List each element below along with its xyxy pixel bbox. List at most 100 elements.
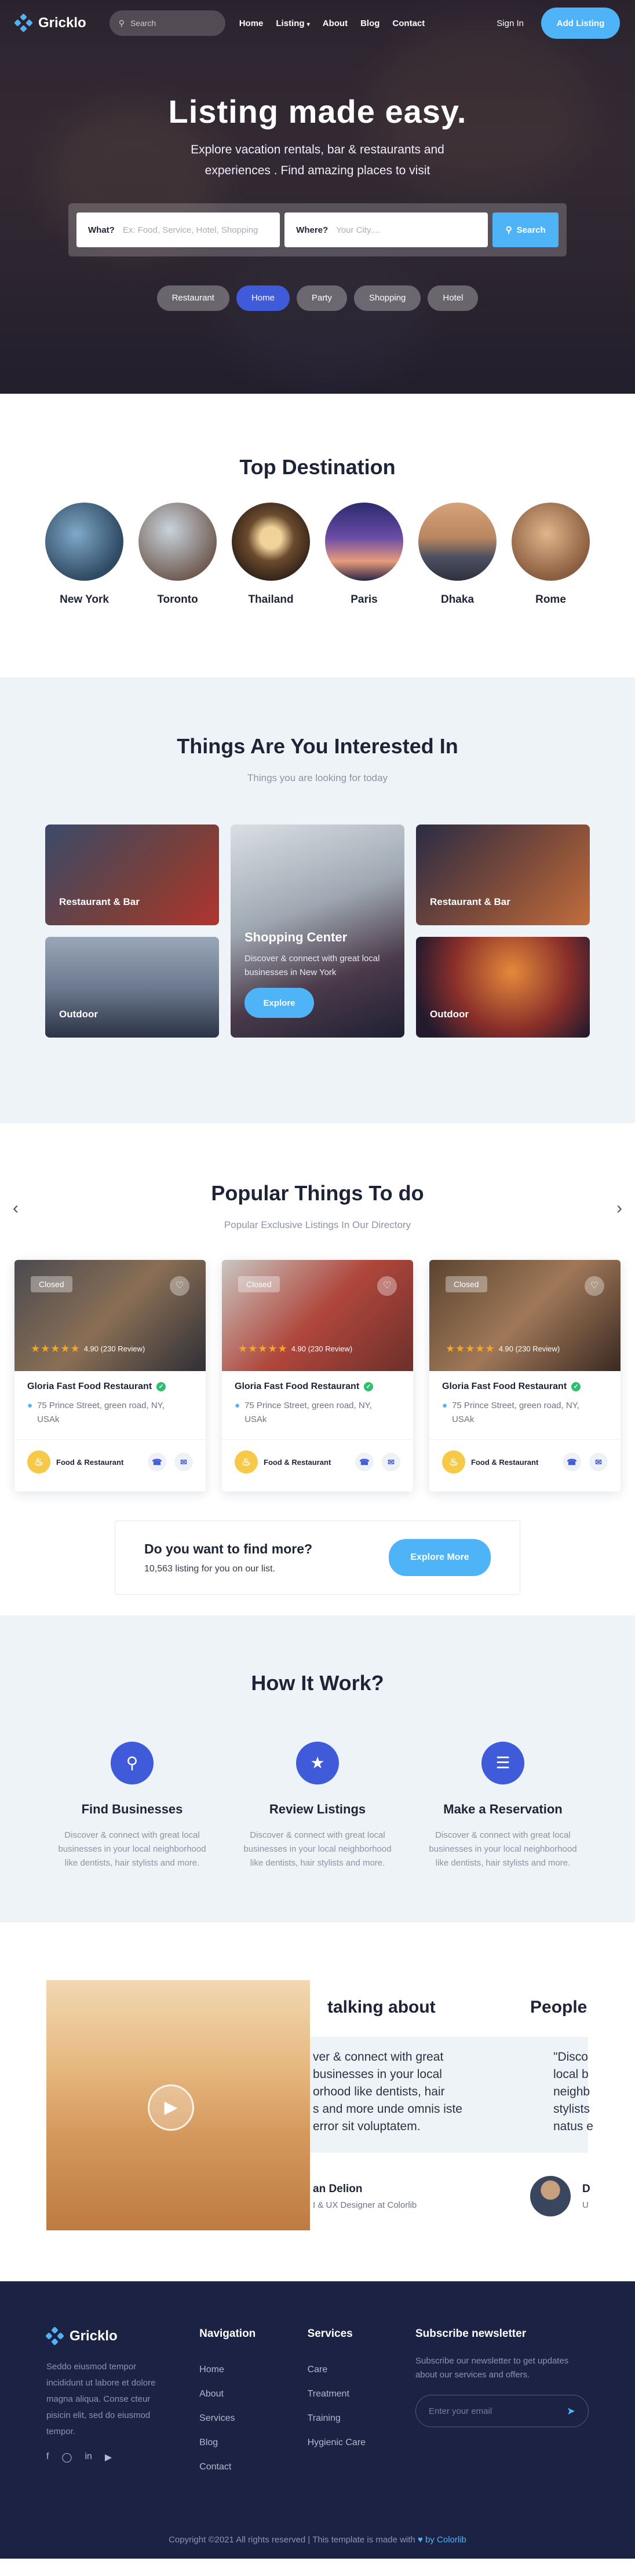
footer-about-line: magna aliqua. Conse cteur	[46, 2394, 151, 2404]
footer-link-home[interactable]: Home	[199, 2358, 307, 2382]
footer-link-care[interactable]: Care	[308, 2358, 415, 2382]
phone-icon[interactable]: ☎	[355, 1453, 374, 1471]
nav-search-placeholder: Search	[130, 19, 156, 28]
chip-home[interactable]: Home	[236, 285, 290, 311]
nav-link-contact[interactable]: Contact	[392, 19, 425, 28]
destination-thailand[interactable]: Thailand	[232, 503, 310, 606]
heart-icon[interactable]: ♡	[170, 1276, 189, 1296]
destination-name: Paris	[351, 593, 378, 606]
footer-link-contact[interactable]: Contact	[199, 2455, 307, 2479]
chip-party[interactable]: Party	[296, 285, 347, 311]
tile-restaurant-bar-2[interactable]: Restaurant & Bar	[416, 825, 590, 925]
explore-button[interactable]: Explore	[244, 988, 314, 1018]
what-field[interactable]: What? Ex: Food, Service, Hotel, Shopping	[76, 212, 280, 247]
listing-title[interactable]: Gloria Fast Food Restaurant ✓	[27, 1382, 193, 1392]
mail-icon[interactable]: ✉	[174, 1453, 193, 1471]
search-icon: ⚲	[111, 1742, 154, 1784]
carousel-next-arrow-icon[interactable]: ›	[616, 1199, 622, 1218]
nav-link-listing[interactable]: Listing ▾	[276, 19, 309, 28]
card-body: Gloria Fast Food Restaurant ✓ ● 75 Prince …	[429, 1371, 621, 1427]
copyright: Copyright ©2021 All rights reserved | Th…	[0, 2535, 635, 2545]
destination-toronto[interactable]: Toronto	[138, 503, 217, 606]
find-more-text: Do you want to find more? 10,563 listing…	[144, 1541, 312, 1574]
footer-link-services[interactable]: Services	[199, 2406, 307, 2431]
card-footer: ♨ Food & Restaurant ☎ ✉	[222, 1439, 413, 1484]
nav-link-home[interactable]: Home	[239, 19, 264, 28]
arrow-right-icon[interactable]: ➤	[567, 2405, 575, 2417]
newsletter-email-input[interactable]: Enter your email ➤	[415, 2395, 589, 2427]
destination-dhaka[interactable]: Dhaka	[418, 503, 497, 606]
listing-title[interactable]: Gloria Fast Food Restaurant ✓	[235, 1382, 400, 1392]
destination-name: Thailand	[248, 593, 294, 606]
carousel-prev-arrow-icon[interactable]: ‹	[13, 1199, 19, 1218]
footer-link-about[interactable]: About	[199, 2382, 307, 2406]
phone-icon[interactable]: ☎	[563, 1453, 581, 1471]
find-more-count: 10,563 listing for you on our list.	[144, 1563, 275, 1574]
stars-icon: ★★★★★	[446, 1343, 495, 1354]
destination-name: Dhaka	[440, 593, 475, 606]
interest-title: Things Are You Interested In	[177, 734, 458, 758]
quote-line: businesses in your local	[313, 2068, 442, 2081]
hero-subtitle-line1: Explore vacation rentals, bar & restaura…	[191, 143, 444, 156]
logo-icon	[45, 2326, 64, 2346]
youtube-icon[interactable]: ▶	[105, 2452, 112, 2463]
play-icon[interactable]: ▶	[148, 2084, 194, 2131]
tile-shopping-center[interactable]: Shopping Center Discover & connect with …	[231, 825, 404, 1038]
nav-link-about[interactable]: About	[323, 19, 348, 28]
footer-link-hygienic-care[interactable]: Hygienic Care	[308, 2431, 415, 2455]
card-footer: ♨ Food & Restaurant ☎ ✉	[14, 1439, 206, 1484]
listing-card[interactable]: Closed ♡ ★★★★★ 4.90 (230 Review) Gloria F…	[222, 1260, 413, 1492]
footer-about-text: Seddo eiusmod tempor incididunt ut labor…	[46, 2359, 199, 2440]
listing-card[interactable]: Closed ♡ ★★★★★ 4.90 (230 Review) Gloria F…	[429, 1260, 621, 1492]
facebook-icon[interactable]: f	[46, 2452, 49, 2463]
footer-link-blog[interactable]: Blog	[199, 2431, 307, 2455]
rating-text: 4.90 (230 Review)	[498, 1344, 560, 1353]
mail-icon[interactable]: ✉	[382, 1453, 400, 1471]
footer-link-training[interactable]: Training	[308, 2406, 415, 2431]
nav-link-blog[interactable]: Blog	[360, 19, 379, 28]
heart-icon[interactable]: ♡	[377, 1276, 397, 1296]
mail-icon[interactable]: ✉	[589, 1453, 608, 1471]
brand-logo[interactable]: Gricklo	[14, 13, 86, 32]
tile-label: Restaurant & Bar	[59, 896, 140, 907]
tile-outdoor-2[interactable]: Outdoor	[416, 937, 590, 1038]
footer-logo[interactable]: Gricklo	[45, 2326, 199, 2346]
footer-link-treatment[interactable]: Treatment	[308, 2382, 415, 2406]
listing-title[interactable]: Gloria Fast Food Restaurant ✓	[442, 1382, 608, 1392]
chip-hotel[interactable]: Hotel	[428, 285, 479, 311]
how-step-text-line: Discover & connect with great local	[250, 1830, 385, 1840]
chip-shopping[interactable]: Shopping	[353, 285, 421, 311]
chip-restaurant[interactable]: Restaurant	[156, 285, 229, 311]
destinations-section: Top Destination New York Toronto Thailan…	[0, 394, 635, 677]
footer-services-title: Services	[307, 2328, 353, 2340]
signin-link[interactable]: Sign In	[497, 19, 524, 28]
listing-cards: Closed ♡ ★★★★★ 4.90 (230 Review) Gloria F…	[0, 1260, 635, 1492]
destination-rome[interactable]: Rome	[512, 503, 590, 606]
page: { "nav": { "brand": "Gricklo", "search_p…	[0, 0, 635, 2559]
heart-icon[interactable]: ♡	[585, 1276, 604, 1296]
search-icon: ⚲	[505, 225, 512, 235]
destination-paris[interactable]: Paris	[325, 503, 403, 606]
linkedin-icon[interactable]: in	[85, 2452, 92, 2463]
address-line2: USAk	[244, 1415, 267, 1424]
card-body: Gloria Fast Food Restaurant ✓ ● 75 Prince …	[222, 1371, 413, 1427]
tile-restaurant-bar[interactable]: Restaurant & Bar	[45, 825, 219, 925]
tile-outdoor[interactable]: Outdoor	[45, 937, 219, 1038]
quote-line: "Disco	[553, 2050, 588, 2064]
address-text: 75 Prince Street, green road, NY, USAk	[244, 1399, 372, 1427]
where-field[interactable]: Where? Your City....	[284, 212, 488, 247]
location-pin-icon: ●	[442, 1401, 448, 1410]
colorlib-link[interactable]: by Colorlib	[425, 2535, 466, 2545]
nav-search-input[interactable]: ⚲ Search	[109, 10, 225, 36]
instagram-icon[interactable]: ◯	[61, 2452, 72, 2463]
how-step-text-line: businesses in your local neighborhood	[429, 1844, 577, 1854]
hero-search-button[interactable]: ⚲ Search	[492, 212, 559, 247]
listing-card[interactable]: Closed ♡ ★★★★★ 4.90 (230 Review) Gloria F…	[14, 1260, 206, 1492]
destination-new-york[interactable]: New York	[45, 503, 123, 606]
card-body: Gloria Fast Food Restaurant ✓ ● 75 Prince …	[14, 1371, 206, 1427]
add-listing-button[interactable]: Add Listing	[541, 8, 620, 39]
phone-icon[interactable]: ☎	[148, 1453, 166, 1471]
nav-actions: Sign In Add Listing	[497, 8, 620, 39]
listing-address: ● 75 Prince Street, green road, NY, USAk	[442, 1399, 608, 1427]
explore-more-button[interactable]: Explore More	[389, 1539, 491, 1576]
